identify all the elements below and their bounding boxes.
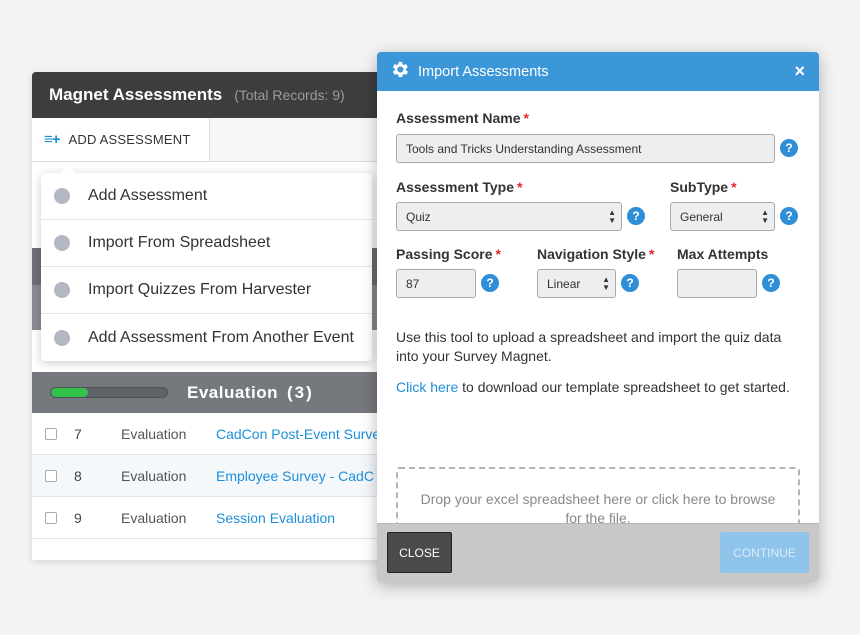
navigation-style-label: Navigation Style * bbox=[537, 246, 654, 262]
record-count: (Total Records: 9) bbox=[234, 87, 345, 103]
row-checkbox[interactable] bbox=[45, 511, 57, 524]
radio-dot-icon bbox=[54, 282, 70, 298]
menu-item-label: Add Assessment bbox=[88, 187, 208, 204]
import-assessments-modal: Import Assessments × Assessment Name * To… bbox=[377, 52, 819, 582]
label-text: SubType bbox=[670, 179, 729, 195]
add-assessment-button[interactable]: ≡+ ADD ASSESSMENT bbox=[32, 118, 210, 161]
template-download-text: Click here to download our template spre… bbox=[396, 378, 806, 397]
add-assessment-menu: Add Assessment Import From Spreadsheet I… bbox=[41, 166, 372, 361]
select-arrows-icon: ▲ ▼ bbox=[608, 208, 616, 225]
panel-toolbar: ≡+ ADD ASSESSMENT bbox=[32, 118, 412, 162]
help-icon[interactable]: ? bbox=[627, 207, 645, 225]
help-icon[interactable]: ? bbox=[780, 207, 798, 225]
instructions-text: Use this tool to upload a spreadsheet an… bbox=[396, 329, 782, 364]
row-number: 8 bbox=[74, 467, 82, 484]
assessment-type-label: Assessment Type * bbox=[396, 179, 522, 195]
passing-score-label: Passing Score * bbox=[396, 246, 501, 262]
radio-dot-icon bbox=[54, 329, 70, 346]
assessment-name-input[interactable]: Tools and Tricks Understanding Assessmen… bbox=[396, 134, 775, 163]
select-arrows-icon: ▲ ▼ bbox=[761, 208, 769, 225]
close-icon[interactable]: × bbox=[794, 61, 805, 82]
row-checkbox[interactable] bbox=[45, 469, 57, 482]
menu-item-add-assessment[interactable]: Add Assessment bbox=[41, 173, 372, 220]
radio-dot-icon bbox=[54, 188, 70, 204]
menu-item-add-from-event[interactable]: Add Assessment From Another Event bbox=[41, 314, 372, 361]
row-name-link[interactable]: CadCon Post-Event Surve bbox=[216, 426, 380, 442]
row-checkbox[interactable] bbox=[45, 427, 57, 440]
table-row[interactable]: 8 Evaluation Employee Survey - CadC bbox=[32, 455, 412, 497]
label-text: Assessment Type bbox=[396, 179, 515, 195]
radio-dot-icon bbox=[54, 235, 70, 251]
assessment-name-label: Assessment Name * bbox=[396, 110, 529, 126]
max-attempts-input[interactable] bbox=[677, 269, 757, 298]
help-icon[interactable]: ? bbox=[481, 274, 499, 292]
assessment-table: 7 Evaluation CadCon Post-Event Surve 8 E… bbox=[32, 413, 412, 539]
row-type: Evaluation bbox=[121, 425, 187, 442]
required-marker: * bbox=[495, 246, 501, 262]
panel-header: Magnet Assessments (Total Records: 9) bbox=[32, 72, 412, 118]
menu-item-import-harvester[interactable]: Import Quizzes From Harvester bbox=[41, 267, 372, 314]
group-count: (3) bbox=[287, 383, 314, 402]
modal-header: Import Assessments × bbox=[377, 52, 819, 91]
row-number: 7 bbox=[74, 425, 82, 442]
group-title: Evaluation bbox=[187, 383, 278, 402]
required-marker: * bbox=[731, 179, 737, 195]
select-value: Quiz bbox=[406, 209, 431, 224]
template-download-rest: to download our template spreadsheet to … bbox=[458, 379, 790, 395]
label-text: Max Attempts bbox=[677, 246, 769, 262]
menu-item-label: Import Quizzes From Harvester bbox=[88, 281, 312, 298]
row-name-link[interactable]: Employee Survey - CadC bbox=[216, 468, 374, 484]
row-type: Evaluation bbox=[121, 509, 187, 526]
row-name-link[interactable]: Session Evaluation bbox=[216, 510, 335, 526]
assessment-type-select[interactable]: Quiz ▲ ▼ bbox=[396, 202, 622, 231]
menu-item-label: Add Assessment From Another Event bbox=[88, 328, 354, 346]
help-icon[interactable]: ? bbox=[762, 274, 780, 292]
select-arrows-icon: ▲ ▼ bbox=[602, 275, 610, 292]
label-text: Assessment Name bbox=[396, 110, 521, 126]
navigation-style-select[interactable]: Linear ▲ ▼ bbox=[537, 269, 616, 298]
gear-icon bbox=[389, 59, 410, 84]
continue-button[interactable]: CONTINUE bbox=[720, 532, 809, 573]
required-marker: * bbox=[523, 110, 529, 126]
group-progress-fill bbox=[51, 388, 89, 397]
menu-item-import-spreadsheet[interactable]: Import From Spreadsheet bbox=[41, 220, 372, 267]
group-progress-bar bbox=[50, 387, 168, 398]
required-marker: * bbox=[648, 246, 655, 262]
required-marker: * bbox=[517, 179, 523, 195]
help-icon[interactable]: ? bbox=[780, 139, 798, 157]
table-row[interactable]: 7 Evaluation CadCon Post-Event Surve bbox=[32, 413, 412, 455]
modal-footer: CLOSE CONTINUE bbox=[377, 523, 819, 582]
menu-item-label: Import From Spreadsheet bbox=[88, 234, 271, 251]
label-text: Passing Score bbox=[396, 246, 493, 262]
help-icon[interactable]: ? bbox=[621, 274, 639, 292]
template-download-link[interactable]: Click here bbox=[396, 379, 458, 395]
list-add-icon: ≡+ bbox=[44, 131, 60, 148]
row-type: Evaluation bbox=[121, 467, 187, 484]
select-value: Linear bbox=[547, 276, 581, 291]
table-row[interactable]: 9 Evaluation Session Evaluation bbox=[32, 497, 412, 539]
panel-title: Magnet Assessments bbox=[49, 85, 223, 104]
row-number: 9 bbox=[74, 509, 82, 526]
group-header-evaluation[interactable]: Evaluation (3) bbox=[32, 372, 412, 413]
select-value: General bbox=[680, 209, 723, 224]
modal-body: Assessment Name * Tools and Tricks Unders… bbox=[377, 91, 819, 550]
subtype-select[interactable]: General ▲ ▼ bbox=[670, 202, 775, 231]
modal-title: Import Assessments bbox=[418, 63, 549, 80]
label-text: Navigation Style bbox=[537, 246, 646, 262]
max-attempts-label: Max Attempts bbox=[677, 246, 768, 262]
add-assessment-label: ADD ASSESSMENT bbox=[68, 132, 191, 147]
subtype-label: SubType * bbox=[670, 179, 737, 195]
close-button[interactable]: CLOSE bbox=[387, 532, 452, 573]
passing-score-input[interactable]: 87 bbox=[396, 269, 476, 298]
